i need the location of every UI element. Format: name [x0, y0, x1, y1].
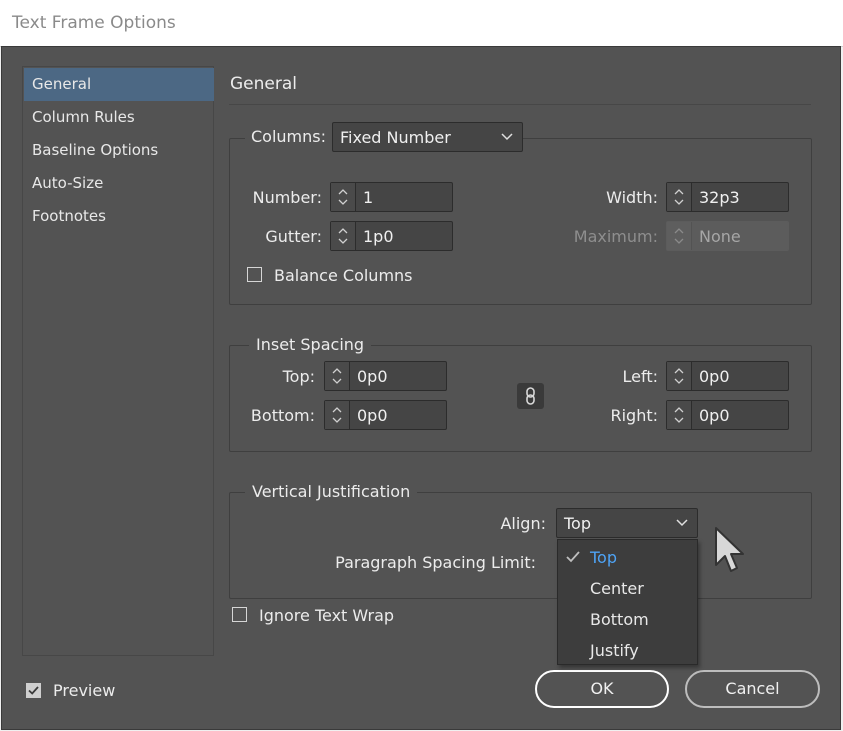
inset-top-value: 0p0	[357, 367, 388, 386]
chevron-down-icon	[676, 519, 688, 527]
section-heading: General	[230, 74, 297, 94]
inset-left-label: Left:	[622, 367, 659, 386]
preview-label: Preview	[53, 681, 116, 700]
inset-top-stepper[interactable]: 0p0	[324, 361, 447, 391]
stepper-arrows-icon[interactable]	[325, 401, 350, 429]
gutter-value: 1p0	[363, 227, 394, 246]
gutter-label: Gutter:	[265, 227, 322, 246]
stepper-arrows-icon[interactable]	[331, 183, 356, 211]
balance-columns-checkbox[interactable]	[247, 267, 262, 282]
heading-divider	[229, 104, 811, 105]
align-option-label: Top	[590, 548, 617, 567]
inset-left-stepper[interactable]: 0p0	[666, 361, 789, 391]
maximum-label: Maximum:	[573, 227, 658, 246]
title-bar: Text Frame Options	[0, 0, 843, 47]
width-label: Width:	[606, 188, 658, 207]
window-title: Text Frame Options	[12, 13, 176, 33]
inset-right-stepper[interactable]: 0p0	[666, 400, 789, 430]
cancel-button[interactable]: Cancel	[685, 670, 820, 708]
inset-left-value: 0p0	[699, 367, 730, 386]
gutter-stepper[interactable]: 1p0	[330, 221, 453, 251]
maximum-value: None	[699, 227, 741, 246]
columns-mode-value: Fixed Number	[340, 128, 451, 147]
sidebar: General Column Rules Baseline Options Au…	[22, 66, 214, 656]
inset-spacing-title: Inset Spacing	[249, 335, 372, 354]
stepper-arrows-icon	[667, 222, 692, 250]
ok-button[interactable]: OK	[535, 670, 669, 708]
preview-checkbox[interactable]	[26, 683, 41, 698]
align-dropdown-menu: Top Center Bottom Justify	[557, 539, 698, 665]
sidebar-item-footnotes[interactable]: Footnotes	[24, 200, 214, 233]
balance-columns-label: Balance Columns	[274, 266, 413, 285]
align-option-bottom[interactable]: Bottom	[558, 604, 697, 635]
align-option-justify[interactable]: Justify	[558, 635, 697, 666]
number-value: 1	[363, 188, 374, 207]
chevron-down-icon	[501, 133, 513, 141]
sidebar-item-general[interactable]: General	[24, 68, 214, 101]
mouse-pointer-icon	[715, 527, 744, 572]
checkmark-icon	[566, 551, 580, 563]
stepper-arrows-icon[interactable]	[667, 183, 692, 211]
ignore-text-wrap-checkbox[interactable]	[232, 607, 247, 622]
align-label: Align:	[500, 514, 546, 533]
sidebar-item-baseline-options[interactable]: Baseline Options	[24, 134, 214, 167]
vertical-justification-title: Vertical Justification	[245, 482, 418, 501]
paragraph-spacing-limit-label: Paragraph Spacing Limit:	[335, 553, 536, 572]
stepper-arrows-icon[interactable]	[667, 362, 692, 390]
chain-link-icon[interactable]	[517, 383, 544, 409]
align-option-top[interactable]: Top	[558, 542, 697, 573]
stepper-arrows-icon[interactable]	[325, 362, 350, 390]
inset-bottom-value: 0p0	[357, 406, 388, 425]
ignore-text-wrap-label: Ignore Text Wrap	[259, 606, 395, 625]
columns-mode-select[interactable]: Fixed Number	[332, 122, 523, 152]
width-stepper[interactable]: 32p3	[666, 182, 789, 212]
inset-bottom-label: Bottom:	[250, 406, 315, 425]
stepper-arrows-icon[interactable]	[331, 222, 356, 250]
maximum-stepper: None	[666, 221, 789, 251]
align-option-center[interactable]: Center	[558, 573, 697, 604]
inset-right-value: 0p0	[699, 406, 730, 425]
sidebar-item-column-rules[interactable]: Column Rules	[24, 101, 214, 134]
number-label: Number:	[252, 188, 322, 207]
align-select[interactable]: Top	[556, 508, 698, 538]
inset-bottom-stepper[interactable]: 0p0	[324, 400, 447, 430]
columns-label: Columns:	[245, 127, 332, 146]
sidebar-item-auto-size[interactable]: Auto-Size	[24, 167, 214, 200]
checkmark-icon	[28, 686, 39, 695]
inset-top-label: Top:	[282, 367, 315, 386]
stepper-arrows-icon[interactable]	[667, 401, 692, 429]
width-value: 32p3	[699, 188, 740, 207]
inset-right-label: Right:	[610, 406, 658, 425]
number-stepper[interactable]: 1	[330, 182, 453, 212]
align-value: Top	[564, 514, 591, 533]
